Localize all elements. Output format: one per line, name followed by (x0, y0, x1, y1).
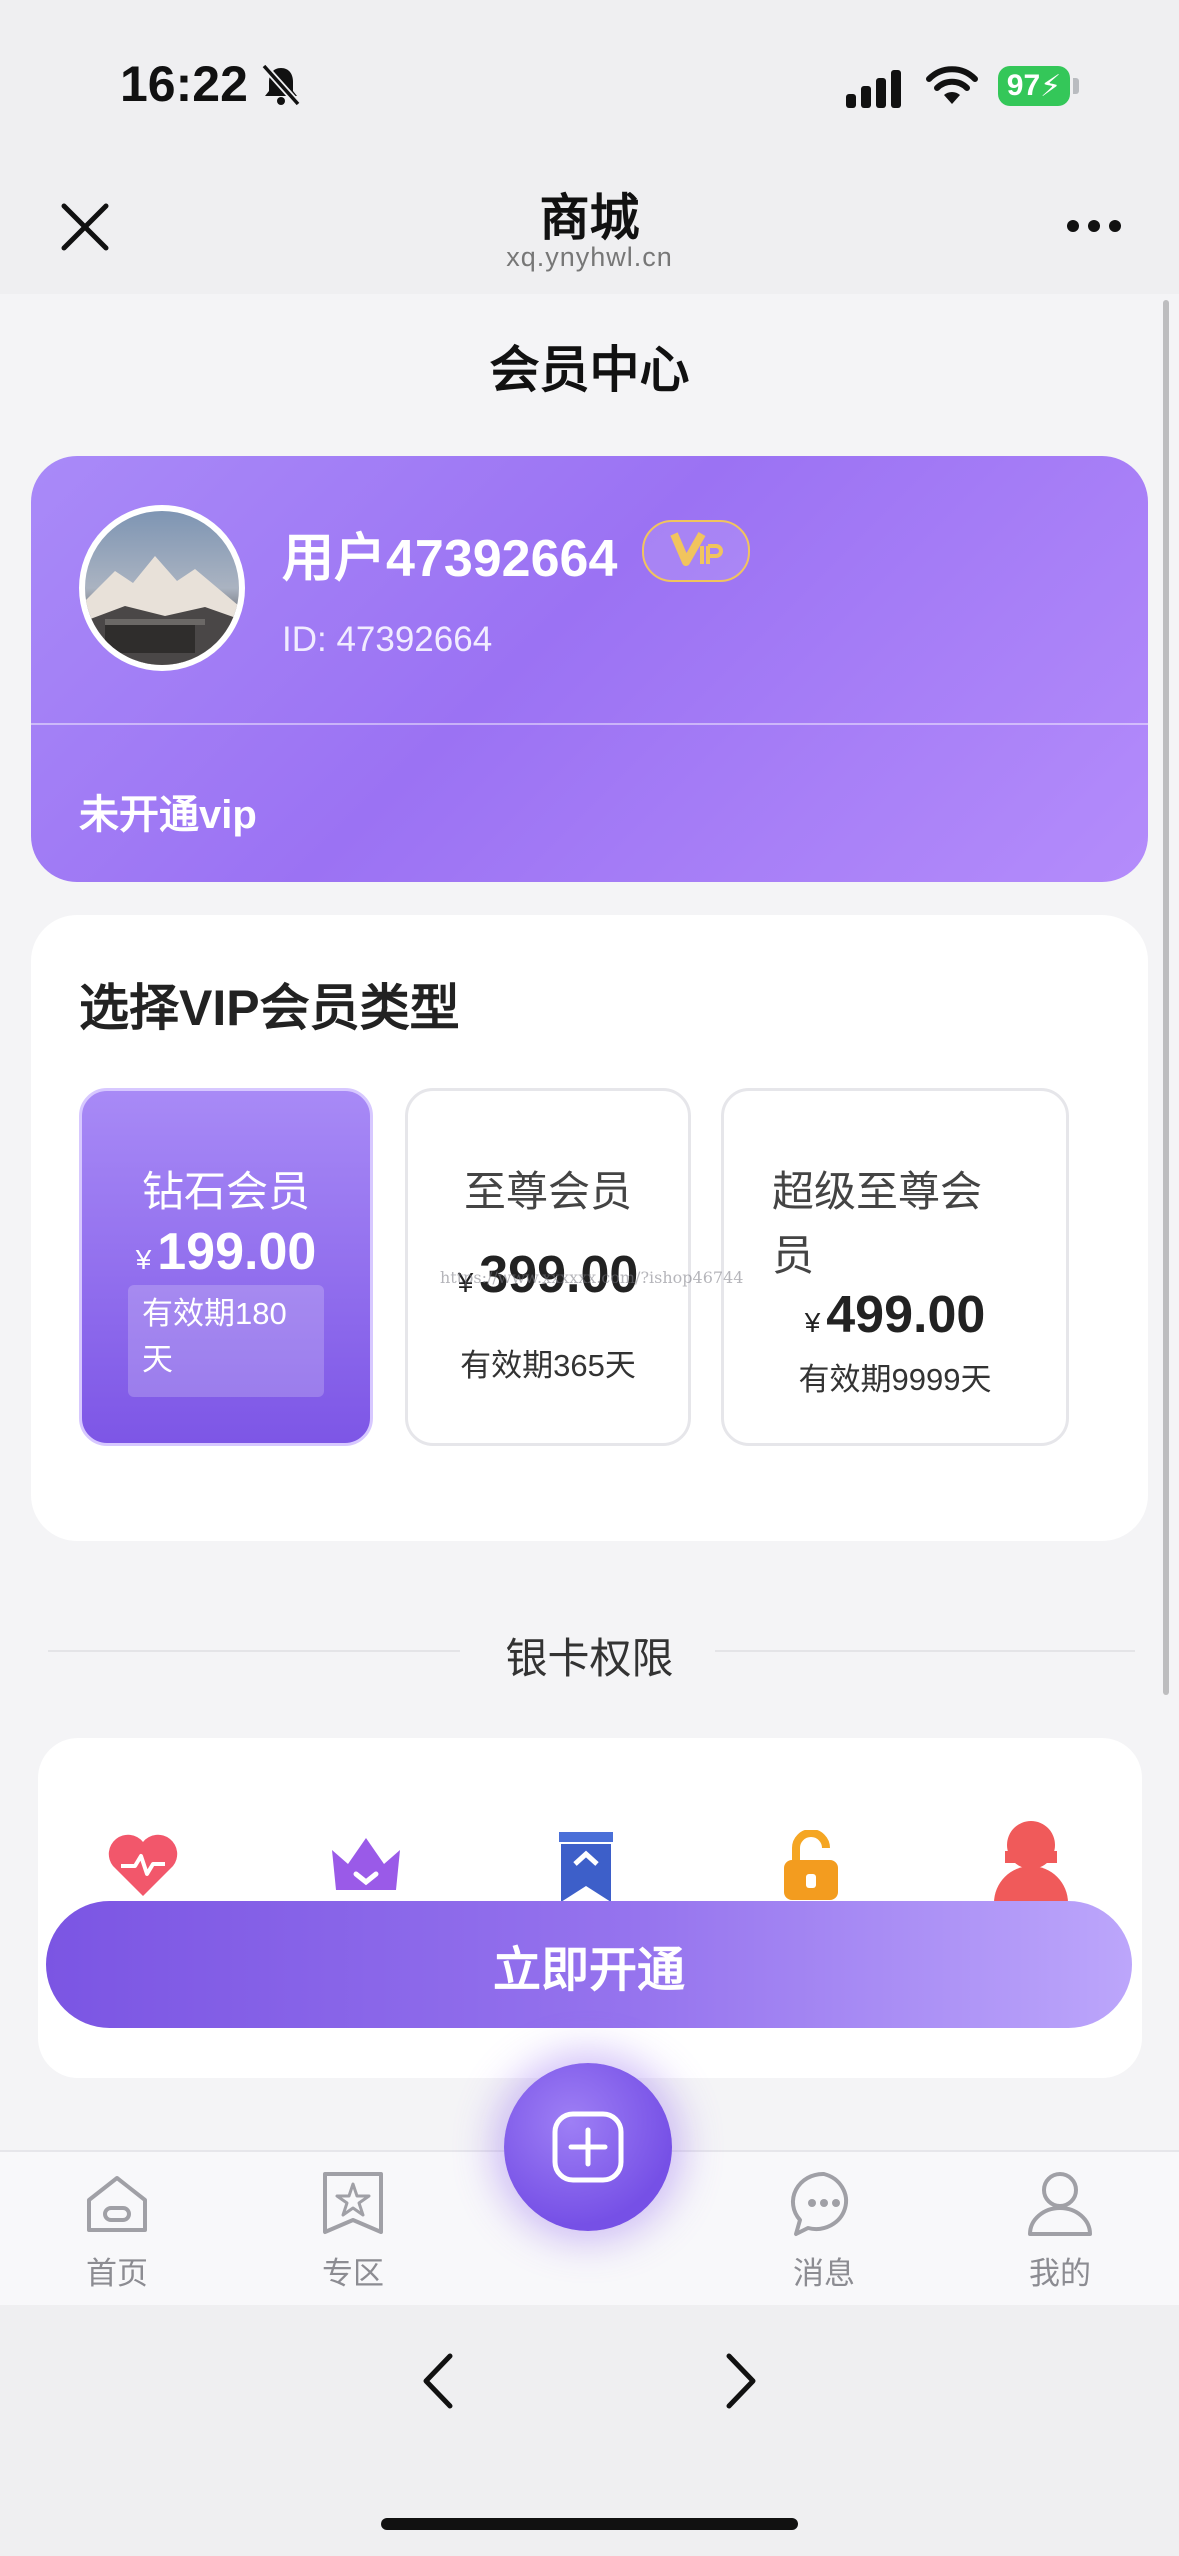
battery-cap (1073, 78, 1079, 94)
plus-icon (552, 2111, 624, 2183)
tab-label: 首页 (86, 2256, 148, 2291)
perks-title: 银卡权限 (505, 1635, 674, 1682)
bookmark-icon (559, 1832, 613, 1902)
plan-validity: 有效期365天 (460, 1348, 636, 1383)
add-button[interactable] (504, 2063, 672, 2231)
tab-mine[interactable]: 我的 (990, 2166, 1130, 2296)
user-icon (994, 1821, 1068, 1903)
tab-zone[interactable]: 专区 (283, 2166, 423, 2296)
forward-arrow-icon[interactable] (721, 2352, 761, 2410)
section-divider-right (715, 1650, 1135, 1652)
home-icon (87, 2176, 147, 2232)
tab-messages[interactable]: 消息 (754, 2166, 894, 2296)
tab-label: 我的 (1029, 2256, 1091, 2291)
more-icon[interactable] (1066, 218, 1122, 234)
user-id: ID: 47392664 (282, 620, 493, 659)
battery-indicator: 97 ⚡ (998, 66, 1070, 106)
username: 用户47392664 (282, 530, 618, 588)
home-indicator[interactable] (381, 2518, 798, 2530)
tab-label: 消息 (793, 2256, 855, 2291)
vip-icon (670, 532, 723, 566)
nav-title: 商城 (539, 190, 640, 246)
tab-home[interactable]: 首页 (47, 2166, 187, 2296)
unlock-icon (784, 1830, 838, 1900)
avatar-mountain-image (85, 556, 239, 665)
vip-status: 未开通vip (79, 793, 257, 837)
silent-bell-icon (261, 63, 301, 107)
scrollbar[interactable] (1163, 300, 1169, 1695)
vip-select-title: 选择VIP会员类型 (79, 980, 460, 1036)
plan-price: ¥199.00 (135, 1223, 317, 1281)
heart-icon (108, 1834, 178, 1896)
plan-validity: 有效期9999天 (798, 1362, 992, 1397)
plan-name: 至尊会员 (463, 1168, 632, 1215)
vip-badge (642, 520, 750, 582)
page-title: 会员中心 (489, 342, 690, 398)
tab-label: 专区 (322, 2256, 384, 2291)
wifi-icon (926, 66, 978, 104)
status-time: 16:22 (120, 56, 248, 112)
plan-name: 钻石会员 (141, 1168, 310, 1215)
plan-price: ¥499.00 (804, 1286, 986, 1344)
watermark: https://www.xxxxxx.com/?ishop46744 (440, 1268, 744, 1287)
plan-validity: 有效期180 天 (128, 1285, 324, 1397)
nav-url: xq.ynyhwl.cn (506, 242, 673, 272)
star-icon (323, 2172, 383, 2234)
signal-icon (846, 70, 901, 108)
crown-icon (332, 1838, 400, 1890)
open-now-button[interactable]: 立即开通 (46, 1901, 1132, 2028)
message-icon (790, 2171, 848, 2236)
profile-icon (1028, 2172, 1092, 2236)
profile-divider (31, 723, 1148, 725)
back-arrow-icon[interactable] (418, 2352, 458, 2410)
avatar[interactable] (79, 505, 245, 671)
plan-name-line2: 员 (772, 1232, 815, 1279)
plan-name: 超级至尊会 (772, 1168, 983, 1215)
